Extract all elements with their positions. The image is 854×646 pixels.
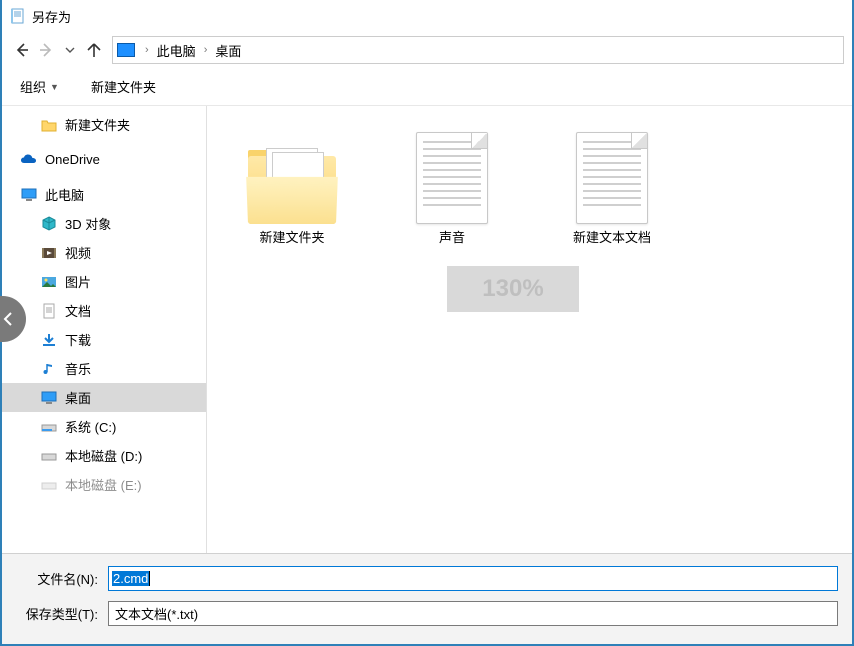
filename-value: 2.cmd (112, 571, 149, 586)
onedrive-icon (20, 151, 38, 169)
folder-icon (40, 116, 58, 134)
zoom-overlay: 130% (447, 266, 579, 312)
file-item-folder[interactable]: 新建文件夹 (237, 124, 347, 247)
organize-button[interactable]: 组织 ▼ (14, 73, 65, 100)
filename-label: 文件名(N): (16, 569, 108, 588)
tree-item-drive-d[interactable]: 本地磁盘 (D:) (2, 441, 206, 470)
file-label: 新建文本文档 (573, 230, 651, 247)
file-label: 声音 (439, 230, 465, 247)
file-item-textfile[interactable]: 声音 (397, 124, 507, 247)
text-caret-icon (149, 571, 150, 586)
pc-icon (117, 43, 135, 57)
tree-item-new-folder[interactable]: 新建文件夹 (2, 110, 206, 139)
tree-label: 视频 (65, 243, 206, 262)
new-folder-label: 新建文件夹 (91, 77, 156, 96)
tree-item-documents[interactable]: 文档 (2, 296, 206, 325)
tree-label: 此电脑 (45, 185, 206, 204)
drive-icon (40, 476, 58, 494)
new-folder-button[interactable]: 新建文件夹 (85, 73, 162, 100)
notepad-icon (10, 8, 26, 24)
navigation-tree[interactable]: 新建文件夹 OneDrive 此电脑 (2, 106, 207, 553)
filetype-combobox[interactable]: 文本文档(*.txt) (108, 601, 838, 626)
drive-icon (40, 447, 58, 465)
toolbar: 组织 ▼ 新建文件夹 (2, 68, 852, 106)
breadcrumb-separator-icon: › (139, 44, 155, 56)
pc-icon (20, 186, 38, 204)
tree-item-onedrive[interactable]: OneDrive (2, 145, 206, 174)
file-item-textfile[interactable]: 新建文本文档 (557, 124, 667, 247)
tree-item-downloads[interactable]: 下载 (2, 325, 206, 354)
tree-label: 下载 (65, 330, 206, 349)
file-label: 新建文件夹 (259, 230, 324, 247)
tree-item-desktop[interactable]: 桌面 (2, 383, 206, 412)
textfile-thumbnail-icon (406, 124, 498, 224)
document-icon (40, 302, 58, 320)
drive-icon (40, 418, 58, 436)
tree-item-videos[interactable]: 视频 (2, 238, 206, 267)
items-container: 新建文件夹 声音 (207, 106, 852, 265)
save-as-dialog: 另存为 › 此电脑 › 桌面 组织 ▼ 新建文件夹 (0, 0, 854, 646)
tree: 新建文件夹 OneDrive 此电脑 (2, 106, 206, 499)
filetype-label: 保存类型(T): (16, 604, 108, 623)
up-button[interactable] (82, 38, 106, 62)
download-icon (40, 331, 58, 349)
tree-label: 系统 (C:) (65, 417, 206, 436)
tree-item-3d-objects[interactable]: 3D 对象 (2, 209, 206, 238)
tree-item-music[interactable]: 音乐 (2, 354, 206, 383)
tree-label: 图片 (65, 272, 206, 291)
picture-icon (40, 273, 58, 291)
filename-input[interactable]: 2.cmd (108, 566, 838, 591)
title-bar: 另存为 (2, 0, 852, 32)
cube-icon (40, 215, 58, 233)
textfile-thumbnail-icon (566, 124, 658, 224)
chevron-down-icon: ▼ (50, 82, 59, 92)
tree-item-drive-e[interactable]: 本地磁盘 (E:) (2, 470, 206, 499)
desktop-icon (40, 389, 58, 407)
folder-thumbnail-icon (246, 124, 338, 224)
nav-bar: › 此电脑 › 桌面 (2, 32, 852, 68)
recent-locations-button[interactable] (58, 38, 82, 62)
file-list-pane[interactable]: 新建文件夹 声音 (207, 106, 852, 553)
music-icon (40, 360, 58, 378)
tree-item-drive-c[interactable]: 系统 (C:) (2, 412, 206, 441)
breadcrumb-separator-icon: › (198, 44, 214, 56)
tree-label: 桌面 (65, 388, 206, 407)
back-button[interactable] (10, 38, 34, 62)
breadcrumb-segment[interactable]: 此电脑 (155, 41, 198, 60)
filename-row: 文件名(N): 2.cmd (16, 566, 838, 591)
filetype-row: 保存类型(T): 文本文档(*.txt) (16, 601, 838, 626)
tree-item-pictures[interactable]: 图片 (2, 267, 206, 296)
window-title: 另存为 (32, 7, 71, 26)
tree-label: 文档 (65, 301, 206, 320)
bottom-panel: 文件名(N): 2.cmd 保存类型(T): 文本文档(*.txt) (2, 553, 852, 644)
forward-button[interactable] (34, 38, 58, 62)
tree-label: 本地磁盘 (D:) (65, 446, 206, 465)
tree-label: 音乐 (65, 359, 206, 378)
tree-label: OneDrive (45, 152, 206, 167)
address-bar[interactable]: › 此电脑 › 桌面 (112, 36, 844, 64)
breadcrumb-segment[interactable]: 桌面 (213, 41, 243, 60)
tree-label: 本地磁盘 (E:) (65, 475, 206, 494)
tree-label: 新建文件夹 (65, 115, 206, 134)
tree-item-this-pc[interactable]: 此电脑 (2, 180, 206, 209)
main-area: 新建文件夹 OneDrive 此电脑 (2, 106, 852, 553)
video-icon (40, 244, 58, 262)
organize-label: 组织 (20, 77, 46, 96)
filetype-value: 文本文档(*.txt) (115, 604, 198, 623)
tree-label: 3D 对象 (65, 214, 206, 233)
